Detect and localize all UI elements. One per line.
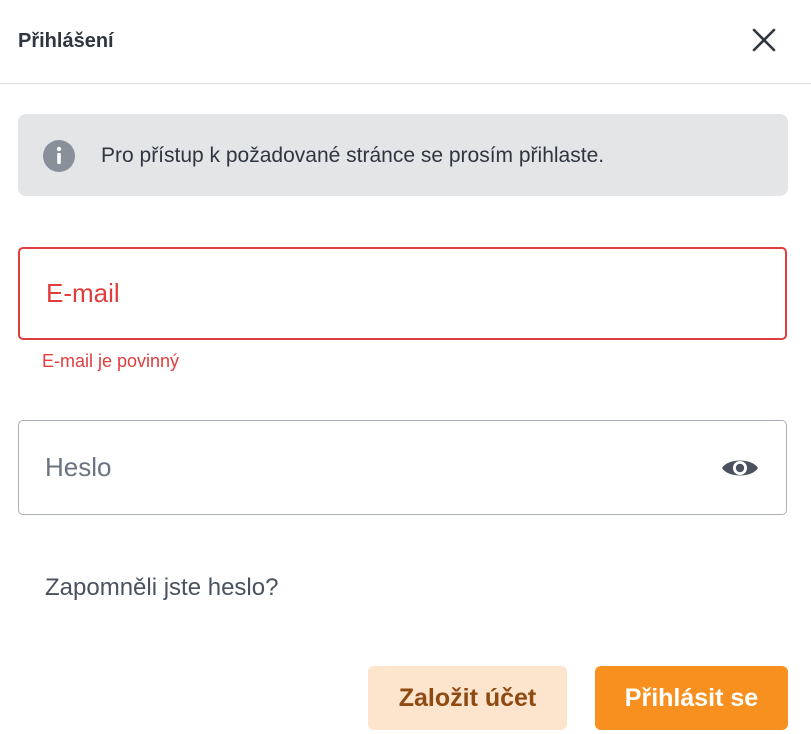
info-message: Pro přístup k požadované stránce se pros…: [101, 144, 605, 167]
register-button[interactable]: Založit účet: [368, 666, 567, 730]
password-field-wrapper: [18, 420, 787, 515]
close-icon[interactable]: [748, 24, 780, 56]
info-icon: [43, 140, 75, 172]
login-button[interactable]: Přihlásit se: [595, 666, 788, 730]
password-field[interactable]: [19, 421, 786, 514]
email-error-message: E-mail je povinný: [42, 351, 180, 371]
info-banner: Pro přístup k požadované stránce se pros…: [18, 114, 788, 196]
email-field[interactable]: [20, 249, 785, 338]
forgot-password-link[interactable]: Zapomněli jste heslo?: [45, 574, 278, 602]
email-field-wrapper: [18, 247, 787, 340]
eye-icon[interactable]: [720, 454, 760, 482]
dialog-header: Přihlášení: [0, 0, 811, 84]
dialog-title: Přihlášení: [18, 30, 114, 52]
